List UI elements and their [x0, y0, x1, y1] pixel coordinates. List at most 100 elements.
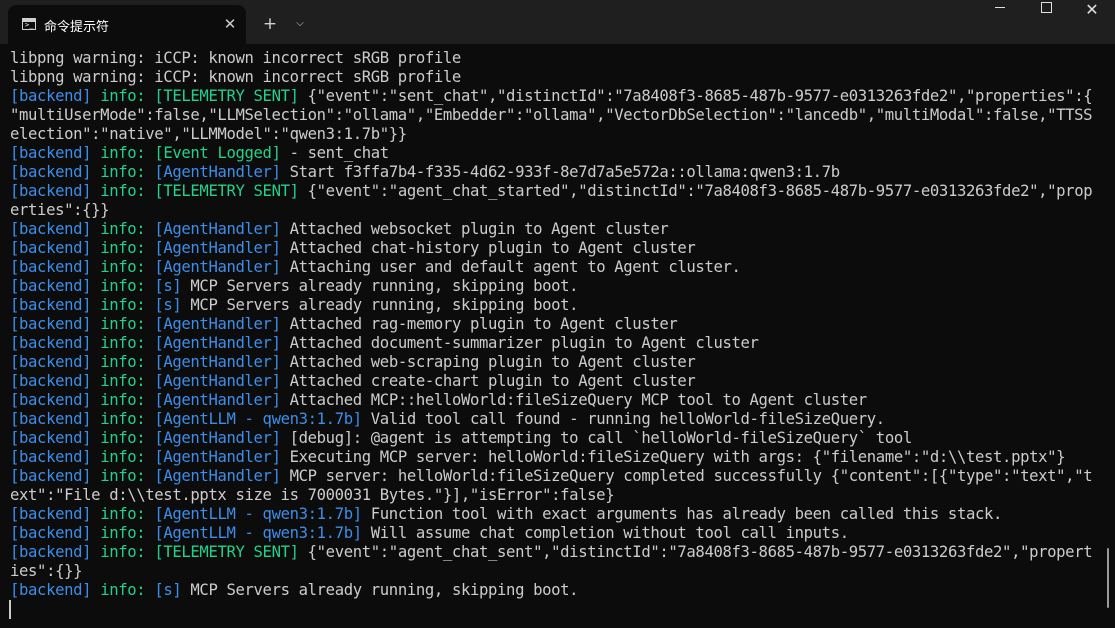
terminal-text: MCP Servers already running, skipping bo… [181, 277, 579, 295]
terminal-text: info: [100, 87, 146, 105]
terminal-text: Valid tool call found - running helloWor… [361, 410, 885, 428]
terminal-line: [backend] info: [s] MCP Servers already … [10, 581, 1104, 600]
terminal-text: [backend] [10, 429, 92, 447]
close-window-button[interactable]: ✕ [1069, 0, 1115, 44]
terminal-line: [backend] info: [TELEMETRY SENT] {"event… [10, 182, 1104, 201]
terminal-text: ies":{}} [10, 562, 83, 580]
terminal-text: [AgentLLM - qwen3:1.7b] [154, 410, 362, 428]
terminal-line: libpng warning: iCCP: known incorrect sR… [10, 49, 1104, 68]
terminal-text: [s] [154, 296, 182, 314]
terminal-line: [backend] info: [AgentLLM - qwen3:1.7b] … [10, 410, 1104, 429]
terminal-text: Attached chat-history plugin to Agent cl… [280, 239, 696, 257]
terminal-text: info: [100, 524, 146, 542]
terminal-text: info: [100, 277, 146, 295]
terminal-text: info: [100, 163, 146, 181]
terminal-text: MCP Servers already running, skipping bo… [181, 296, 579, 314]
terminal-text: MCP Servers already running, skipping bo… [181, 581, 579, 599]
terminal-text: info: [100, 372, 146, 390]
scrollbar[interactable] [1107, 548, 1109, 608]
terminal-text: MCP server: helloWorld:fileSizeQuery com… [280, 467, 1093, 485]
terminal-line: [backend] info: [TELEMETRY SENT] {"event… [10, 87, 1104, 106]
terminal-text: [backend] [10, 353, 92, 371]
terminal-text: [s] [154, 277, 182, 295]
terminal-text: [backend] [10, 163, 92, 181]
terminal-text: election":"native","LLMModel":"qwen3:1.7… [10, 125, 407, 143]
terminal-text: [AgentHandler] [154, 372, 281, 390]
terminal-text: info: [100, 239, 146, 257]
terminal-text: Function tool with exact arguments has a… [361, 505, 1003, 523]
terminal-line: [backend] info: [Event Logged] - sent_ch… [10, 144, 1104, 163]
terminal-text: Attached document-summarizer plugin to A… [280, 334, 759, 352]
minimize-button[interactable] [977, 0, 1023, 44]
terminal-text: [AgentLLM - qwen3:1.7b] [154, 505, 362, 523]
terminal-line: "multiUserMode":false,"LLMSelection":"ol… [10, 106, 1104, 125]
terminal-line: [backend] info: [s] MCP Servers already … [10, 296, 1104, 315]
terminal-text: info: [100, 543, 146, 561]
terminal-line: erties":{}} [10, 201, 1104, 220]
terminal-text: [AgentHandler] [154, 220, 281, 238]
tab-close-icon[interactable]: ✕ [220, 14, 240, 34]
terminal-icon: >_ [22, 18, 36, 30]
terminal-line: libpng warning: iCCP: known incorrect sR… [10, 68, 1104, 87]
tab-command-prompt[interactable]: >_ 命令提示符 ✕ [8, 5, 246, 44]
terminal-output[interactable]: libpng warning: iCCP: known incorrect sR… [10, 49, 1104, 600]
terminal-line: [backend] info: [AgentLLM - qwen3:1.7b] … [10, 505, 1104, 524]
terminal-text: [s] [154, 581, 182, 599]
terminal-text: [backend] [10, 315, 92, 333]
terminal-text: [AgentHandler] [154, 334, 281, 352]
terminal-text: ext":"File d:\\test.pptx size is 7000031… [10, 486, 615, 504]
terminal-text: [AgentHandler] [154, 467, 281, 485]
terminal-line: [backend] info: [AgentHandler] Attached … [10, 372, 1104, 391]
terminal-text: [backend] [10, 505, 92, 523]
terminal-text: [backend] [10, 543, 92, 561]
terminal-text: [backend] [10, 524, 92, 542]
terminal-line: [backend] info: [AgentHandler] Attached … [10, 391, 1104, 410]
terminal-text: info: [100, 296, 146, 314]
terminal-line: [backend] info: [AgentHandler] Attached … [10, 353, 1104, 372]
terminal-text: info: [100, 581, 146, 599]
terminal-line: [backend] info: [AgentHandler] MCP serve… [10, 467, 1104, 486]
terminal-text: [AgentHandler] [154, 258, 281, 276]
maximize-icon [1040, 2, 1052, 13]
title-bar: >_ 命令提示符 ✕ + ⌵ ✕ [0, 0, 1115, 44]
terminal-text: [AgentHandler] [154, 429, 281, 447]
terminal-text: [AgentHandler] [154, 315, 281, 333]
terminal-text: [backend] [10, 581, 92, 599]
maximize-button[interactable] [1023, 0, 1069, 44]
terminal-text: [backend] [10, 410, 92, 428]
terminal-text: Attached rag-memory plugin to Agent clus… [280, 315, 678, 333]
terminal-text: info: [100, 448, 146, 466]
terminal-text: info: [100, 353, 146, 371]
chevron-down-icon[interactable]: ⌵ [289, 12, 311, 36]
new-tab-button[interactable]: + [258, 12, 282, 36]
terminal-text: [AgentHandler] [154, 239, 281, 257]
terminal-text: Executing MCP server: helloWorld:fileSiz… [280, 448, 1066, 466]
terminal-text: [Event Logged] [154, 144, 281, 162]
tab-title: 命令提示符 [44, 20, 110, 35]
terminal-line: [backend] info: [AgentHandler] Attached … [10, 239, 1104, 258]
terminal-line: [backend] info: [AgentLLM - qwen3:1.7b] … [10, 524, 1104, 543]
terminal-text: [backend] [10, 220, 92, 238]
terminal-text: [debug]: @agent is attempting to call `h… [280, 429, 913, 447]
terminal-text: info: [100, 315, 146, 333]
